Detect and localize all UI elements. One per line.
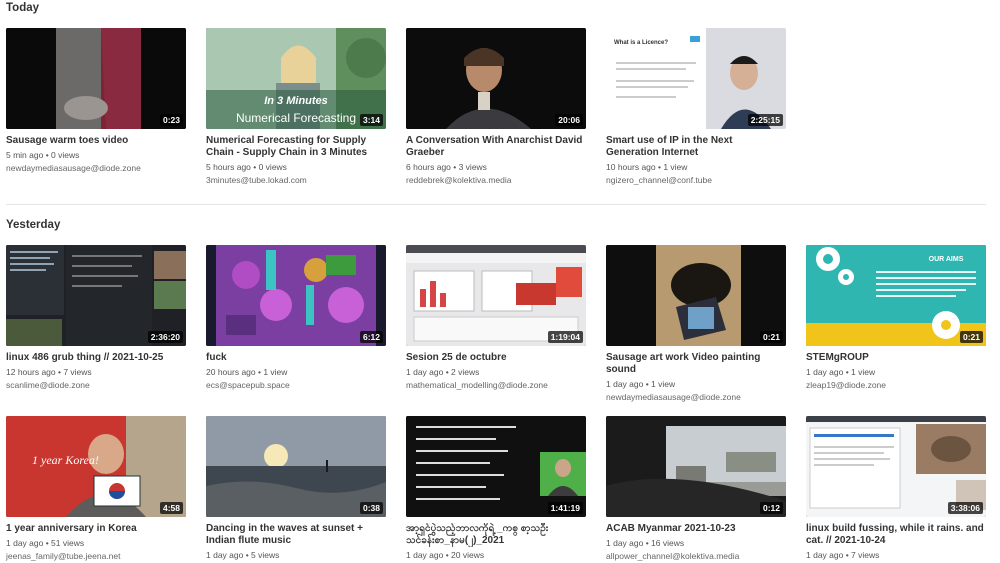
video-thumbnail[interactable]: 3:38:06 bbox=[806, 416, 986, 517]
video-channel[interactable]: zleap19@diode.zone bbox=[806, 380, 986, 391]
video-card[interactable]: 3:38:06 linux build fussing, while it ra… bbox=[806, 416, 986, 563]
duration-badge: 2:25:15 bbox=[747, 114, 783, 126]
video-channel[interactable]: jeenas_family@tube.jeena.net bbox=[6, 551, 186, 562]
thumbnail-image: OUR AIMS bbox=[806, 245, 986, 346]
video-card[interactable]: 0:12 ACAB Myanmar 2021-10-23 1 day ago •… bbox=[606, 416, 786, 562]
video-meta: 6 hours ago • 3 views bbox=[406, 162, 487, 172]
video-title[interactable]: 1 year anniversary in Korea bbox=[6, 523, 186, 535]
video-card[interactable]: OUR AIMS 0:21 STEMgROUP 1 day ago • 1 vi… bbox=[806, 245, 986, 391]
video-title[interactable]: Sausage warm toes video bbox=[6, 135, 186, 147]
duration-badge: 0:38 bbox=[359, 502, 383, 514]
video-meta: 1 day ago • 51 views bbox=[6, 538, 85, 548]
svg-text:1 year Korea!: 1 year Korea! bbox=[32, 453, 99, 467]
video-channel[interactable]: ngizero_channel@conf.tube bbox=[606, 175, 786, 186]
video-card[interactable]: 6:12 fuck 20 hours ago • 1 view ecs@spac… bbox=[206, 245, 386, 391]
video-thumbnail[interactable]: What is a Licence? 2:25:15 bbox=[606, 28, 786, 129]
duration-badge: 6:12 bbox=[359, 331, 383, 343]
duration-badge: 2:36:20 bbox=[147, 331, 183, 343]
video-channel[interactable]: newdaymediasausage@diode.zone bbox=[6, 163, 186, 174]
video-title[interactable]: linux 486 grub thing // 2021-10-25 bbox=[6, 352, 186, 364]
duration-badge: 3:14 bbox=[359, 114, 383, 126]
video-thumbnail[interactable]: In 3 Minutes Numerical Forecasting 3:14 bbox=[206, 28, 386, 129]
video-channel[interactable]: mathematical_modelling@diode.zone bbox=[406, 380, 586, 391]
video-title[interactable]: fuck bbox=[206, 352, 386, 364]
section-divider bbox=[6, 204, 986, 205]
video-meta: 5 hours ago • 0 views bbox=[206, 162, 287, 172]
video-meta: 1 day ago • 7 views bbox=[806, 550, 880, 560]
duration-badge: 0:21 bbox=[759, 331, 783, 343]
video-card[interactable]: 0:21 Sausage art work Video painting sou… bbox=[606, 245, 786, 403]
thumbnail-image: 1 year Korea! bbox=[6, 416, 186, 517]
video-channel[interactable]: newdaymediasausage@diode.zone bbox=[606, 392, 786, 403]
duration-badge: 20:06 bbox=[555, 114, 583, 126]
video-meta: 12 hours ago • 7 views bbox=[6, 367, 92, 377]
duration-badge: 1:41:19 bbox=[547, 502, 583, 514]
video-title[interactable]: Numerical Forecasting for Supply Chain -… bbox=[206, 135, 386, 159]
video-card[interactable]: 2:36:20 linux 486 grub thing // 2021-10-… bbox=[6, 245, 186, 391]
video-meta: 1 day ago • 5 views bbox=[206, 550, 280, 560]
video-thumbnail[interactable]: 6:12 bbox=[206, 245, 386, 346]
video-thumbnail[interactable]: 0:12 bbox=[606, 416, 786, 517]
section-title-today: Today bbox=[6, 2, 40, 14]
video-title[interactable]: အာ့ရှင်ပွဲသည့်ဘာလကိုရဲ့ _ကစ္ စာ့သဦးသင်ခန… bbox=[406, 523, 586, 547]
video-card[interactable]: 1:19:04 Sesion 25 de octubre 1 day ago •… bbox=[406, 245, 586, 391]
duration-badge: 4:58 bbox=[159, 502, 183, 514]
video-title[interactable]: linux build fussing, while it rains. and… bbox=[806, 523, 986, 547]
duration-badge: 1:19:04 bbox=[547, 331, 583, 343]
video-meta: 1 day ago • 20 views bbox=[406, 550, 485, 560]
svg-text:OUR AIMS: OUR AIMS bbox=[929, 256, 964, 263]
video-channel[interactable]: reddebrek@kolektiva.media bbox=[406, 175, 586, 186]
video-card[interactable]: In 3 Minutes Numerical Forecasting 3:14 … bbox=[206, 28, 386, 186]
duration-badge: 3:38:06 bbox=[947, 502, 983, 514]
video-card[interactable]: What is a Licence? 2:25:15 Smart use of … bbox=[606, 28, 786, 186]
video-title[interactable]: Sausage art work Video painting sound bbox=[606, 352, 786, 376]
svg-text:In 3 Minutes: In 3 Minutes bbox=[264, 95, 328, 107]
video-meta: 10 hours ago • 1 view bbox=[606, 162, 688, 172]
svg-text:Numerical Forecasting: Numerical Forecasting bbox=[236, 111, 356, 125]
video-meta: 1 day ago • 2 views bbox=[406, 367, 480, 377]
thumbnail-image bbox=[606, 245, 786, 346]
video-channel[interactable]: scanlime@diode.zone bbox=[6, 380, 186, 391]
video-title[interactable]: A Conversation With Anarchist David Grae… bbox=[406, 135, 586, 159]
video-title[interactable]: Smart use of IP in the Next Generation I… bbox=[606, 135, 786, 159]
video-thumbnail[interactable]: 1 year Korea! 4:58 bbox=[6, 416, 186, 517]
video-thumbnail[interactable]: 2:36:20 bbox=[6, 245, 186, 346]
video-meta: 20 hours ago • 1 view bbox=[206, 367, 288, 377]
video-thumbnail[interactable]: 0:21 bbox=[606, 245, 786, 346]
thumbnail-image bbox=[206, 245, 386, 346]
video-channel[interactable]: ecs@spacepub.space bbox=[206, 380, 386, 391]
video-card[interactable]: 1 year Korea! 4:58 1 year anniversary in… bbox=[6, 416, 186, 562]
video-thumbnail[interactable]: 1:19:04 bbox=[406, 245, 586, 346]
video-title[interactable]: STEMgROUP bbox=[806, 352, 986, 364]
video-title[interactable]: Dancing in the waves at sunset + Indian … bbox=[206, 523, 386, 547]
video-title[interactable]: Sesion 25 de octubre bbox=[406, 352, 586, 364]
video-meta: 5 min ago • 0 views bbox=[6, 150, 80, 160]
thumbnail-image: In 3 Minutes Numerical Forecasting bbox=[206, 28, 386, 129]
svg-text:What is a Licence?: What is a Licence? bbox=[614, 40, 668, 46]
video-card[interactable]: 20:06 A Conversation With Anarchist Davi… bbox=[406, 28, 586, 186]
video-meta: 1 day ago • 1 view bbox=[606, 379, 676, 389]
video-card[interactable]: 0:23 Sausage warm toes video 5 min ago •… bbox=[6, 28, 186, 174]
video-thumbnail[interactable]: OUR AIMS 0:21 bbox=[806, 245, 986, 346]
video-card[interactable]: 1:41:19 အာ့ရှင်ပွဲသည့်ဘာလကိုရဲ့ _ကစ္ စာ့… bbox=[406, 416, 586, 563]
video-thumbnail[interactable]: 0:23 bbox=[6, 28, 186, 129]
video-thumbnail[interactable]: 1:41:19 bbox=[406, 416, 586, 517]
duration-badge: 0:21 bbox=[959, 331, 983, 343]
duration-badge: 0:23 bbox=[159, 114, 183, 126]
video-meta: 1 day ago • 1 view bbox=[806, 367, 876, 377]
video-thumbnail[interactable]: 0:38 bbox=[206, 416, 386, 517]
video-channel[interactable]: allpower_channel@kolektiva.media bbox=[606, 551, 786, 562]
video-meta: 1 day ago • 16 views bbox=[606, 538, 685, 548]
video-channel[interactable]: 3minutes@tube.lokad.com bbox=[206, 175, 386, 186]
thumbnail-image bbox=[6, 28, 186, 129]
duration-badge: 0:12 bbox=[759, 502, 783, 514]
video-thumbnail[interactable]: 20:06 bbox=[406, 28, 586, 129]
video-title[interactable]: ACAB Myanmar 2021-10-23 bbox=[606, 523, 786, 535]
thumbnail-image bbox=[206, 416, 386, 517]
thumbnail-image bbox=[606, 416, 786, 517]
section-title-yesterday: Yesterday bbox=[6, 219, 61, 231]
video-card[interactable]: 0:38 Dancing in the waves at sunset + In… bbox=[206, 416, 386, 563]
